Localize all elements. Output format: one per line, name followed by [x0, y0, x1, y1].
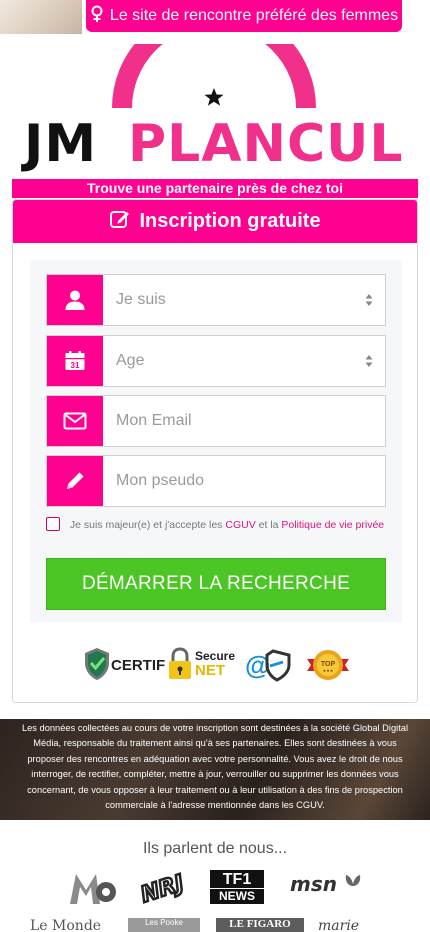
consent-row: Je suis majeur(e) et j'accepte les CGUV … [46, 517, 386, 533]
tf1-news-logo: TF1 NEWS [210, 870, 264, 904]
select-arrows-icon [365, 355, 373, 367]
pseudo-input[interactable] [103, 456, 385, 506]
legal-notice: Les données collectées au cours de votre… [0, 719, 430, 820]
edit-icon [109, 208, 131, 236]
site-logo[interactable]: JM PLANCUL [0, 44, 430, 184]
consent-middle: et la [255, 519, 282, 531]
calendar-icon: 31 [47, 336, 103, 386]
cguv-link[interactable]: CGUV [225, 519, 255, 531]
signup-title: Inscription gratuite [139, 210, 321, 232]
start-search-button[interactable]: DÉMARRER LA RECHERCHE [46, 558, 386, 610]
m6-label: M6 [93, 904, 95, 906]
pseudo-field[interactable] [46, 455, 386, 507]
certif-badge: CERTIF [83, 645, 165, 685]
at-shield-badge: @ [243, 645, 299, 685]
msn-label: msn [290, 872, 337, 896]
top-banner-text: Le site de rencontre préféré des femmes [109, 7, 399, 24]
top-banner: Le site de rencontre préféré des femmes [0, 0, 430, 34]
gender-select[interactable] [46, 274, 386, 326]
le-figaro-logo: LE FIGARO [216, 918, 304, 932]
age-select[interactable]: 31 [46, 335, 386, 387]
marie-claire-logo: marie claire [318, 918, 360, 932]
user-icon [47, 275, 103, 325]
pencil-icon [47, 456, 103, 506]
privacy-policy-link[interactable]: Politique de vie privée [281, 519, 384, 531]
select-arrows-icon [365, 294, 373, 306]
secure-net-badge: Secure NET [167, 645, 239, 685]
svg-text:★★★: ★★★ [323, 668, 334, 673]
at-shield-icon: @ [245, 649, 291, 682]
tagline: Trouve une partenaire près de chez toi [12, 179, 418, 198]
logo-word-jm: JM [24, 114, 98, 174]
age-select-input[interactable] [103, 336, 385, 386]
svg-text:31: 31 [71, 361, 80, 370]
signup-form: 31 Je suis majeur(e) et j'accepte les CG… [30, 260, 402, 622]
nrj-logo: NRJ [138, 870, 186, 906]
consent-prefix: Je suis majeur(e) et j'accepte les [69, 519, 226, 531]
top-photo [0, 0, 82, 34]
pooke-logo: Les Pooke [128, 918, 200, 932]
signup-header: Inscription gratuite [13, 200, 417, 243]
press-title: Ils parlent de nous... [142, 840, 288, 857]
secure-label: Secure [195, 649, 236, 663]
m6-logo: M6 [70, 874, 116, 906]
logo-word-plancul: PLANCUL [128, 114, 404, 174]
certif-label: CERTIF [111, 657, 166, 674]
consent-checkbox[interactable] [46, 517, 60, 531]
top-pill: Le site de rencontre préféré des femmes [86, 0, 402, 32]
nrj-label: NRJ [138, 871, 186, 906]
net-label: NET [195, 662, 225, 679]
email-input[interactable] [103, 396, 385, 446]
press-logos: M6 NRJ TF1 NEWS msn Le Monde Les Pooke L… [0, 862, 430, 932]
tf1-news-label: NEWS [210, 888, 264, 903]
top-label: TOP [321, 661, 336, 668]
le-monde-logo: Le Monde [30, 918, 102, 932]
email-field[interactable] [46, 395, 386, 447]
consent-text: Je suis majeur(e) et j'accepte les CGUV … [46, 517, 386, 533]
shield-check-icon [85, 648, 109, 680]
butterfly-icon [345, 875, 361, 886]
signup-card: Inscription gratuite 31 [12, 199, 418, 703]
envelope-icon [47, 396, 103, 446]
female-symbol-icon [90, 5, 104, 28]
tf1-label: TF1 [222, 871, 252, 888]
trust-badges: CERTIF Secure NET @ TOP ★★★ [83, 645, 353, 685]
gender-select-input[interactable] [103, 275, 385, 325]
seal-icon: TOP★★★ [307, 650, 349, 680]
msn-logo: msn [290, 872, 364, 900]
top-quality-badge: TOP ★★★ [303, 645, 353, 685]
padlock-icon [169, 647, 191, 679]
